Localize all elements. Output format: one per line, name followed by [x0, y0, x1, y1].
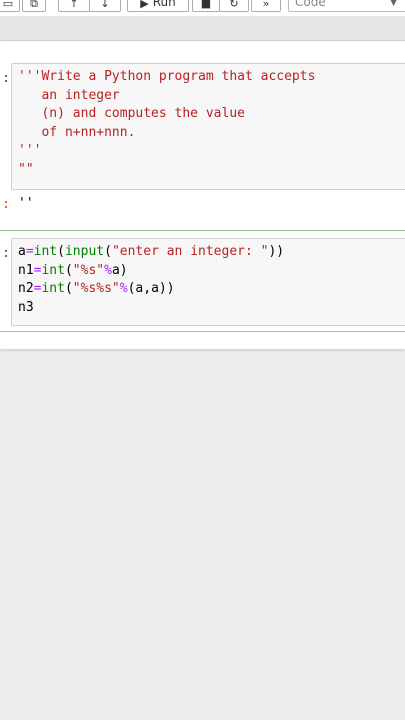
move-up-button[interactable]: ↑ [58, 0, 90, 12]
cell-type-value: Code [295, 0, 326, 9]
output-prompt: : [2, 197, 10, 212]
interrupt-button[interactable]: ■ [192, 0, 220, 12]
code-line: n1=int("%s"%a) [18, 262, 128, 278]
cell-prompt: : [2, 246, 10, 261]
header-strip [0, 16, 405, 41]
notebook-viewport: ▭ ⧉ ↑ ↓ ▶ Run ■ ↻ » Code ▼ : '''Write a … [0, 0, 405, 720]
code-cell-input[interactable]: a=int(input("enter an integer: ")) n1=in… [11, 238, 405, 326]
code-line: of n+nn+nnn. [18, 124, 136, 140]
code-line: '''Write a Python program that accepts [18, 69, 316, 84]
code-line: "" [18, 161, 34, 177]
cell-output: : '' [0, 194, 405, 216]
cell-divider [0, 230, 405, 231]
restart-button[interactable]: ↻ [219, 0, 249, 12]
down-arrow-icon: ↓ [100, 0, 110, 10]
toolbar: ▭ ⧉ ↑ ↓ ▶ Run ■ ↻ » Code ▼ [0, 0, 405, 16]
code-cell-input[interactable]: '''Write a Python program that accepts a… [11, 63, 405, 190]
fast-forward-icon: » [262, 0, 270, 10]
restart-icon: ↻ [229, 0, 239, 10]
play-icon: ▶ [140, 0, 149, 10]
code-line: a=int(input("enter an integer: ")) [18, 244, 285, 259]
copy-icon: ⧉ [30, 0, 38, 10]
code-line: ''' [18, 143, 42, 159]
code-line: an integer [18, 87, 120, 103]
chevron-down-icon: ▼ [390, 0, 397, 8]
cell-divider [0, 331, 405, 332]
run-button[interactable]: ▶ Run [127, 0, 189, 12]
stop-icon: ■ [200, 0, 212, 10]
cell-type-select[interactable]: Code ▼ [288, 0, 405, 12]
up-arrow-icon: ↑ [69, 0, 79, 10]
run-label: Run [152, 0, 176, 9]
code-line: n3 [18, 299, 34, 315]
cut-button[interactable]: ▭ [0, 0, 20, 12]
copy-button[interactable]: ⧉ [22, 0, 46, 12]
restart-run-all-button[interactable]: » [251, 0, 281, 12]
cut-icon: ▭ [2, 0, 14, 10]
notebook-container: : '''Write a Python program that accepts… [0, 41, 405, 349]
cell-prompt: : [2, 71, 10, 86]
code-line: (n) and computes the value [18, 106, 245, 122]
code-line: n2=int("%s%s"%(a,a)) [18, 281, 175, 297]
move-down-button[interactable]: ↓ [89, 0, 121, 12]
output-text: '' [18, 196, 34, 211]
